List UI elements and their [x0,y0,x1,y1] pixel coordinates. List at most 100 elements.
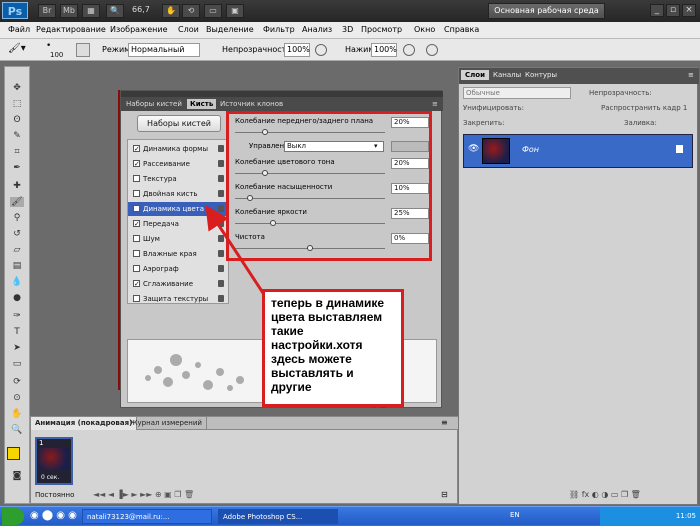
menu-image[interactable]: Изображение [110,25,168,34]
bridge-button[interactable]: Br [38,4,56,18]
panel-menu-icon[interactable]: ≡ [684,70,698,80]
menu-analysis[interactable]: Анализ [302,25,332,34]
tab-paths[interactable]: Контуры [521,70,561,80]
layer-name[interactable]: Фон [522,145,539,154]
menu-help[interactable]: Справка [444,25,479,34]
menu-layers[interactable]: Слои [178,25,199,34]
checkbox[interactable] [133,175,140,182]
checkbox[interactable] [133,235,140,242]
frame-delay[interactable]: 0 сек. [41,474,59,481]
tab-brush[interactable]: Кисть [187,99,217,109]
tablet-size-icon[interactable] [426,44,438,56]
lock-icon[interactable] [218,265,224,272]
brush-setting-item[interactable]: Аэрограф [128,262,228,276]
foreground-color-swatch[interactable] [7,447,20,460]
language-indicator[interactable]: EN [510,511,520,519]
animation-frame[interactable]: 1 0 сек. [35,437,73,485]
brush-setting-item[interactable]: Текстура [128,172,228,186]
mode-select[interactable]: Нормальный [128,43,200,57]
brush-setting-item[interactable]: Защита текстуры [128,292,228,306]
checkbox[interactable] [133,295,140,302]
zoom-tool-button[interactable]: 🔍 [106,4,124,18]
visibility-eye-icon[interactable]: 👁 [468,144,479,154]
flow-field[interactable]: 100% [371,43,397,57]
taskbar-item-mail[interactable]: natali73123@mail.ru:... [82,509,212,524]
quick-select-tool-icon[interactable]: ✎ [10,131,24,141]
3d-rotate-tool-icon[interactable]: ⟳ [10,377,24,387]
layers-footer-icons[interactable]: ⛓ fx ◐ ◑ ▭ ❐ 🗑 [569,490,641,499]
eraser-tool-icon[interactable]: ▱ [10,245,24,255]
lock-icon[interactable] [218,295,224,302]
3d-orbit-tool-icon[interactable]: ⊙ [10,393,24,403]
minibridge-button[interactable]: Mb [60,4,78,18]
brush-setting-item[interactable]: Шум [128,232,228,246]
path-select-tool-icon[interactable]: ➤ [10,343,24,353]
hand-tool-icon[interactable]: ✋ [10,409,24,419]
move-tool-icon[interactable]: ✥ [10,83,24,93]
tablet-opacity-icon[interactable] [315,44,327,56]
view-extras-button[interactable]: ▦ [82,4,100,18]
brush-setting-item[interactable]: Влажные края [128,247,228,261]
type-tool-icon[interactable]: T [10,327,24,337]
brush-setting-item[interactable]: Двойная кисть [128,187,228,201]
tab-animation[interactable]: Анимация (покадровая) [31,417,138,430]
close-icon[interactable]: × [682,4,696,17]
crop-tool-icon[interactable]: ⌗ [10,147,24,157]
airbrush-icon[interactable] [403,44,415,56]
brush-setting-item[interactable]: ✓ Динамика формы [128,142,228,156]
menu-filter[interactable]: Фильтр [263,25,295,34]
minimize-icon[interactable]: _ [650,4,664,17]
quick-mask-icon[interactable]: ◙ [10,471,24,481]
brush-presets-button[interactable]: Наборы кистей [137,115,221,132]
tab-channels[interactable]: Каналы [489,70,525,80]
panel-menu-icon[interactable]: ≡ [441,418,448,427]
layer-row-background[interactable]: 👁 Фон [463,134,693,168]
arrange-documents-button[interactable]: ▭ [204,4,222,18]
lasso-tool-icon[interactable]: ʘ [10,115,24,125]
menu-3d[interactable]: 3D [342,25,353,34]
menu-select[interactable]: Выделение [206,25,254,34]
clock[interactable]: 11:05 [676,512,696,520]
dodge-tool-icon[interactable]: ● [10,293,24,303]
checkbox[interactable]: ✓ [133,280,140,288]
checkbox[interactable]: ✓ [133,145,140,153]
brush-setting-item[interactable]: ✓ Рассеивание [128,157,228,171]
checkbox[interactable] [133,250,140,257]
lock-icon[interactable] [218,175,224,182]
lock-icon[interactable] [218,235,224,242]
zoom-level[interactable]: 66,7 [132,5,150,14]
taskbar-item-photoshop[interactable]: Adobe Photoshop CS... [218,509,338,524]
restore-icon[interactable]: ▫ [666,4,680,17]
brush-setting-item[interactable]: ✓ Сглаживание [128,277,228,291]
toggle-brush-panel-icon[interactable] [76,43,90,57]
loop-select[interactable]: Постоянно [35,491,74,499]
lock-icon[interactable] [218,280,224,287]
checkbox[interactable]: ✓ [133,220,140,228]
quicklaunch-icons[interactable]: ◉ ⬤ ◉ ◉ [30,510,77,521]
convert-timeline-icon[interactable]: ⊟ [441,490,448,499]
screen-mode-button[interactable]: ▣ [226,4,244,18]
eyedropper-tool-icon[interactable]: ✒ [10,163,24,173]
hand-tool-button[interactable]: ✋ [162,4,180,18]
tab-brush-presets[interactable]: Наборы кистей [123,99,185,109]
tab-layers[interactable]: Слои [461,70,489,80]
workspace-button[interactable]: Основная рабочая среда [488,3,605,19]
rotate-view-button[interactable]: ⟲ [182,4,200,18]
brush-setting-item[interactable]: ✓ Динамика цвета [128,202,228,216]
checkbox[interactable] [133,265,140,272]
brush-tool-icon-active[interactable]: 🖌 [10,197,24,207]
history-brush-tool-icon[interactable]: ↺ [10,229,24,239]
lock-icon[interactable] [218,250,224,257]
lock-icon[interactable] [218,160,224,167]
blur-tool-icon[interactable]: 💧 [10,277,24,287]
panel-menu-icon[interactable]: ≡ [429,99,441,109]
marquee-tool-icon[interactable]: ⬚ [10,99,24,109]
playback-controls[interactable]: ◄◄ ◄ ▐► ► ►► ⊕ ▣ ❐ 🗑 [93,490,194,499]
tab-clone-source[interactable]: Источник клонов [217,99,286,109]
tab-measurement-log[interactable]: Журнал измерений [126,417,207,430]
brush-setting-item[interactable]: ✓ Передача [128,217,228,231]
pen-tool-icon[interactable]: ✑ [10,311,24,321]
menu-window[interactable]: Окно [414,25,435,34]
menu-file[interactable]: Файл [8,25,30,34]
lock-icon[interactable] [218,220,224,227]
